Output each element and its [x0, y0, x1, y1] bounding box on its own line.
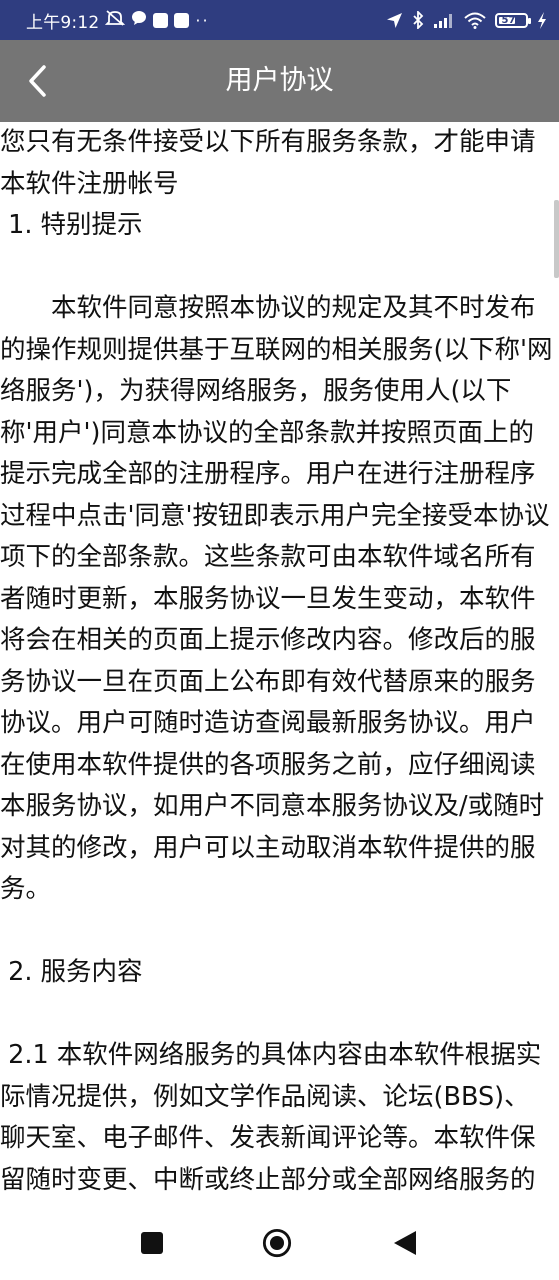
- section-1-heading: 1. 特别提示: [0, 210, 143, 240]
- navigation-bar: [0, 1204, 559, 1280]
- triangle-back-icon: [394, 1231, 416, 1255]
- app-icon: [153, 12, 169, 28]
- battery-level: 57: [501, 14, 516, 26]
- status-bar: 上午9:12 ·· 57: [0, 0, 559, 40]
- status-left: 上午9:12 ··: [26, 8, 210, 33]
- location-icon: [386, 12, 403, 29]
- bluetooth-icon: [412, 11, 424, 29]
- back-nav-button[interactable]: [390, 1228, 420, 1258]
- status-right: 57: [386, 11, 547, 29]
- section-2-heading: 2. 服务内容: [0, 957, 143, 987]
- intro-paragraph: 您只有无条件接受以下所有服务条款，才能申请本软件注册帐号: [0, 127, 536, 199]
- app-icon: [174, 12, 190, 28]
- section-1-body: 本软件同意按照本协议的规定及其不时发布的操作规则提供基于互联网的相关服务(以下称…: [0, 293, 553, 904]
- section-2-1-body: 2.1 本软件网络服务的具体内容由本软件根据实际情况提供，例如文学作品阅读、论坛…: [0, 1040, 542, 1195]
- charging-icon: [537, 11, 547, 29]
- signal-icon: [433, 12, 455, 28]
- more-notifications-icon: ··: [195, 10, 210, 30]
- page-title: 用户协议: [225, 65, 334, 96]
- chat-icon: [131, 10, 147, 31]
- status-time: 上午9:12: [26, 12, 100, 33]
- square-icon: [141, 1232, 163, 1254]
- app-bar: 用户协议: [0, 40, 559, 122]
- mute-icon: [105, 9, 126, 32]
- scrollbar[interactable]: [554, 200, 559, 278]
- battery-icon: 57: [495, 12, 531, 28]
- agreement-content[interactable]: 您只有无条件接受以下所有服务条款，才能申请本软件注册帐号 1. 特别提示 本软件…: [0, 122, 553, 1204]
- wifi-icon: [464, 12, 486, 29]
- recents-button[interactable]: [137, 1228, 167, 1258]
- home-button[interactable]: [262, 1228, 292, 1258]
- circle-icon: [262, 1228, 292, 1258]
